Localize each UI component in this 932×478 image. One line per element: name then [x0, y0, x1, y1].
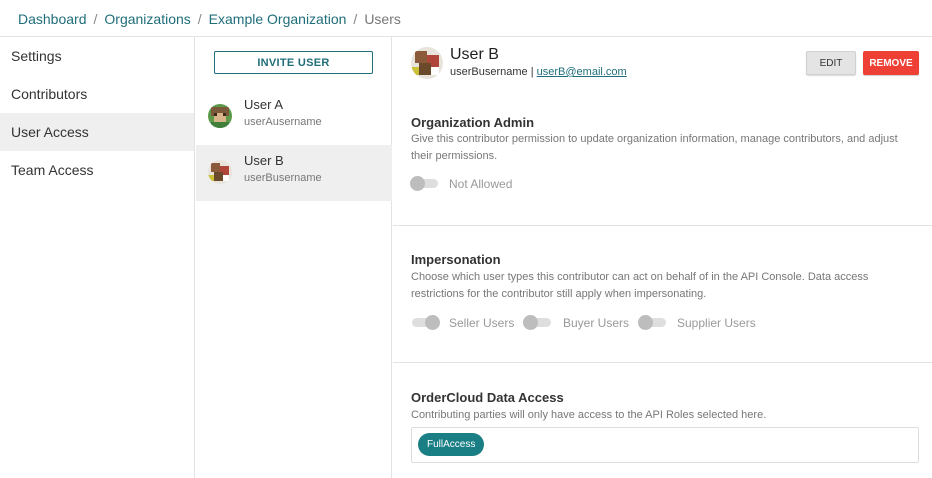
user-detail-panel: User B userBusername | userB@email.com E…: [393, 37, 932, 478]
remove-button[interactable]: REMOVE: [863, 51, 919, 75]
breadcrumb-separator: /: [353, 11, 358, 27]
section-description: Choose which user types this contributor…: [411, 271, 869, 300]
breadcrumb-dashboard[interactable]: Dashboard: [18, 11, 87, 27]
section-description: Contributing parties will only have acce…: [411, 409, 767, 421]
sidebar-item-user-access[interactable]: User Access: [0, 113, 194, 151]
supplier-users-toggle[interactable]: [638, 314, 668, 330]
impersonation-section: Impersonation Choose which user types th…: [393, 225, 932, 362]
sidebar-item-team-access[interactable]: Team Access: [0, 151, 194, 189]
breadcrumb-organizations[interactable]: Organizations: [104, 11, 190, 27]
api-roles-field[interactable]: FullAccess: [411, 427, 919, 463]
breadcrumb: Dashboard / Organizations / Example Organiza…: [0, 0, 932, 37]
user-detail-name: User B: [450, 46, 499, 63]
edit-button[interactable]: EDIT: [806, 51, 856, 75]
seller-users-toggle[interactable]: [410, 314, 440, 330]
section-title: Impersonation: [411, 252, 501, 267]
toggle-label: Seller Users: [449, 316, 515, 330]
breadcrumb-separator: /: [93, 11, 98, 27]
toggle-label: Not Allowed: [449, 177, 513, 191]
pixel-avatar-icon: [208, 104, 232, 128]
user-name: User B: [244, 153, 284, 168]
sidebar-item-contributors[interactable]: Contributors: [0, 75, 194, 113]
user-username: userAusername: [244, 116, 322, 128]
user-email-link[interactable]: userB@email.com: [537, 66, 627, 78]
org-admin-section: Organization Admin Give this contributor…: [393, 107, 932, 225]
section-title: Organization Admin: [411, 115, 535, 130]
toggle-label: Supplier Users: [677, 316, 756, 330]
section-description: Give this contributor permission to upda…: [411, 133, 898, 162]
role-chip[interactable]: FullAccess: [418, 433, 485, 456]
breadcrumb-current: Users: [364, 11, 401, 27]
user-name: User A: [244, 97, 284, 112]
user-list-item[interactable]: User A userAusername: [196, 89, 392, 145]
user-detail-username: userBusername: [450, 66, 528, 78]
breadcrumb-example-organization[interactable]: Example Organization: [209, 11, 347, 27]
user-username: userBusername: [244, 172, 322, 184]
section-title: OrderCloud Data Access: [411, 390, 564, 405]
settings-sidebar: Settings Contributors User Access Team A…: [0, 37, 195, 478]
toggle-label: Buyer Users: [563, 316, 630, 330]
buyer-users-toggle[interactable]: [523, 314, 553, 330]
org-admin-toggle[interactable]: [410, 175, 440, 191]
user-detail-subtitle: userBusername | userB@email.com: [450, 66, 627, 78]
breadcrumb-separator: /: [197, 11, 202, 27]
pixel-avatar-icon: [208, 160, 232, 184]
sidebar-item-settings[interactable]: Settings: [0, 37, 194, 75]
pixel-avatar-icon: [411, 47, 443, 79]
user-list-item[interactable]: User B userBusername: [196, 145, 392, 201]
invite-user-button[interactable]: INVITE USER: [214, 51, 373, 74]
subtitle-separator: |: [530, 66, 534, 78]
user-list-panel: INVITE USER User A userAusername User B …: [196, 37, 392, 478]
data-access-section: OrderCloud Data Access Contributing part…: [393, 362, 932, 478]
